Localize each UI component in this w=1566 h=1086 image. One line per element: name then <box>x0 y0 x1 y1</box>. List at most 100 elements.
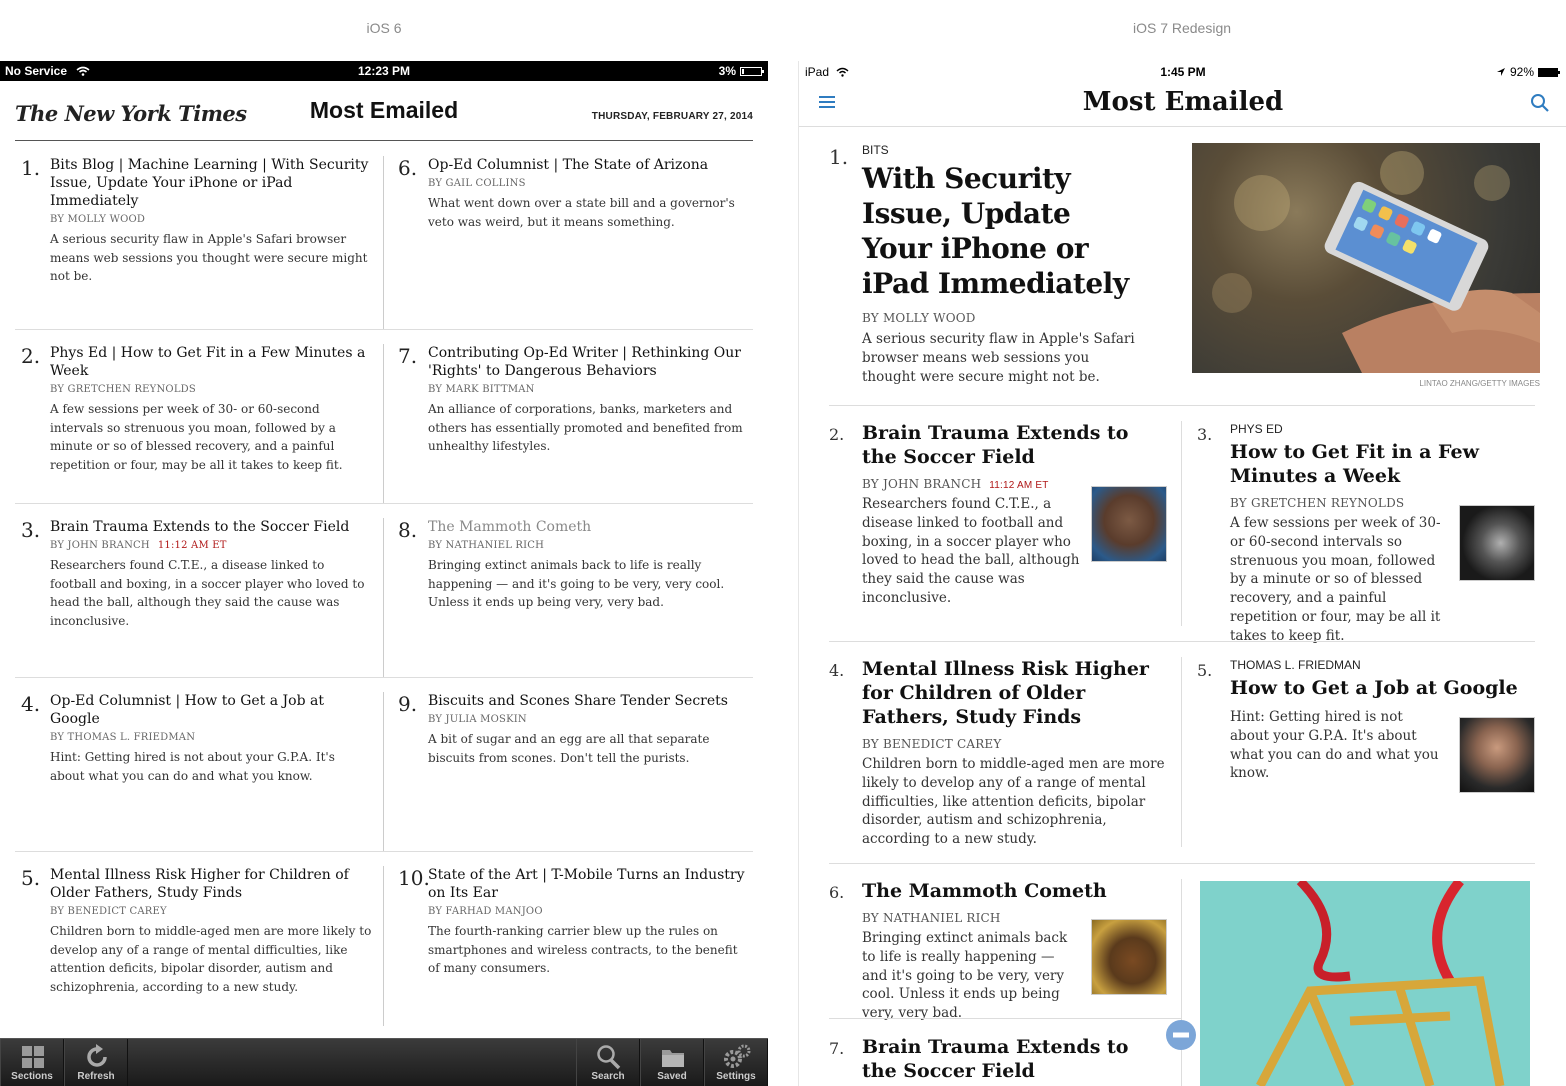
nav-header: Most Emailed <box>799 83 1566 127</box>
article-summary: Children born to middle-aged men are mor… <box>862 756 1165 848</box>
ios6-panel: No Service 12:23 PM 3% The New York Time… <box>0 61 768 1086</box>
article-8[interactable]: 8. The Mammoth Cometh By NATHANIEL RICH … <box>384 518 753 677</box>
article-headline[interactable]: Brain Trauma Extends to the Soccer Field <box>862 421 1167 469</box>
article-row: 5. Mental Illness Risk Higher for Childr… <box>15 866 753 1026</box>
article-headline[interactable]: Brain Trauma Extends to the Soccer Field <box>862 1035 1167 1083</box>
article-summary: Researchers found C.T.E., a disease link… <box>50 558 365 628</box>
article-number: 4. <box>21 692 41 716</box>
article-headline[interactable]: Mental Illness Risk Higher for Children … <box>50 866 373 902</box>
masthead: The New York Times Most Emailed THURSDAY… <box>15 81 753 141</box>
article-3[interactable]: 3. Brain Trauma Extends to the Soccer Fi… <box>15 518 384 677</box>
article-summary: Researchers found C.T.E., a disease link… <box>862 496 1080 606</box>
article-headline[interactable]: How to Get Fit in a Few Minutes a Week <box>1230 440 1535 488</box>
photo-credit: LINTAO ZHANG/GETTY IMAGES <box>1419 379 1540 388</box>
article-9[interactable]: 9. Biscuits and Scones Share Tender Secr… <box>384 692 753 851</box>
soccer-player-thumbnail[interactable] <box>1091 486 1167 562</box>
article-summary: Hint: Getting hired is not about your G.… <box>50 750 335 783</box>
folder-icon <box>662 1050 684 1067</box>
caption-ios6: iOS 6 <box>366 20 402 36</box>
article-headline[interactable]: Biscuits and Scones Share Tender Secrets <box>428 692 753 710</box>
article-byline: By BENEDICT CAREY <box>50 906 167 917</box>
bracelet-image <box>1256 877 1505 1086</box>
article-byline: By JOHN BRANCH <box>50 540 150 551</box>
battery-percent: 92% <box>1509 65 1534 79</box>
article-summary: A few sessions per week of 30- or 60-sec… <box>1230 515 1441 644</box>
article-summary: Bringing extinct animals back to life is… <box>428 558 725 609</box>
article-number: 3. <box>1197 425 1213 444</box>
article-number: 1. <box>21 156 41 180</box>
article-2[interactable]: 2. Phys Ed | How to Get Fit in a Few Min… <box>15 344 384 503</box>
grid-icon <box>22 1046 44 1068</box>
article-grid: 1. Bits Blog | Machine Learning | With S… <box>15 142 753 1026</box>
article-byline: By GRETCHEN REYNOLDS <box>50 384 196 395</box>
article-7[interactable]: Brain Trauma Extends to the Soccer Field <box>862 1035 1167 1083</box>
article-number: 5. <box>1197 661 1213 680</box>
article-timestamp: 11:12 AM ET <box>157 540 227 551</box>
mammoth-thumbnail[interactable] <box>1091 919 1167 995</box>
cyclist-thumbnail[interactable] <box>1459 505 1535 581</box>
article-byline: By MOLLY WOOD <box>862 311 976 325</box>
article-headline[interactable]: Contributing Op-Ed Writer | Rethinking O… <box>428 344 753 380</box>
divider <box>829 641 1535 642</box>
article-number: 2. <box>21 344 41 368</box>
article-summary: Children born to middle-aged men are mor… <box>50 924 372 994</box>
article-byline: By FARHAD MANJOO <box>428 906 543 917</box>
article-4[interactable]: Mental Illness Risk Higher for Children … <box>862 657 1167 849</box>
settings-label: Settings <box>716 1071 756 1082</box>
article-headline[interactable]: State of the Art | T-Mobile Turns an Ind… <box>428 866 753 902</box>
saved-button[interactable]: Saved <box>640 1039 704 1086</box>
article-byline: By MARK BITTMAN <box>428 384 535 395</box>
article-7[interactable]: 7. Contributing Op-Ed Writer | Rethinkin… <box>384 344 753 503</box>
article-headline[interactable]: Bits Blog | Machine Learning | With Secu… <box>50 156 373 210</box>
article-byline: By BENEDICT CAREY <box>862 737 1002 751</box>
sections-button[interactable]: Sections <box>0 1039 64 1086</box>
article-headline[interactable]: With Security Issue, Update Your iPhone … <box>862 161 1142 301</box>
battery-icon <box>740 66 764 76</box>
article-headline[interactable]: Mental Illness Risk Higher for Children … <box>862 657 1167 729</box>
article-10[interactable]: 10. State of the Art | T-Mobile Turns an… <box>384 866 753 1026</box>
article-number: 6. <box>829 883 845 902</box>
article-byline: By MOLLY WOOD <box>50 214 146 225</box>
article-headline[interactable]: The Mammoth Cometh <box>862 879 1167 903</box>
article-photo-iphone[interactable] <box>1192 143 1540 373</box>
article-summary: Hint: Getting hired is not about your G.… <box>1230 709 1439 782</box>
article-headline[interactable]: Phys Ed | How to Get Fit in a Few Minute… <box>50 344 373 380</box>
article-headline[interactable]: Op-Ed Columnist | The State of Arizona <box>428 156 753 174</box>
article-summary: A serious security flaw in Apple's Safar… <box>50 232 368 283</box>
divider <box>1181 879 1182 1086</box>
article-6[interactable]: 6. Op-Ed Columnist | The State of Arizon… <box>384 156 753 329</box>
article-kicker: PHYS ED <box>1230 422 1283 436</box>
article-byline: By THOMAS L. FRIEDMAN <box>50 732 196 743</box>
article-4[interactable]: 4. Op-Ed Columnist | How to Get a Job at… <box>15 692 384 851</box>
divider <box>1181 657 1182 847</box>
search-button[interactable]: Search <box>576 1039 640 1086</box>
article-5[interactable]: 5. Mental Illness Risk Higher for Childr… <box>15 866 384 1026</box>
article-kicker: BITS <box>862 143 889 157</box>
refresh-icon <box>87 1044 107 1067</box>
settings-button[interactable]: Settings <box>704 1039 768 1086</box>
article-headline[interactable]: Op-Ed Columnist | How to Get a Job at Go… <box>50 692 373 728</box>
article-number: 4. <box>829 661 845 680</box>
article-headline[interactable]: The Mammoth Cometh <box>428 518 753 536</box>
jewelry-photo[interactable] <box>1200 877 1530 1086</box>
remove-circle-icon[interactable] <box>1165 1019 1197 1051</box>
friedman-portrait-thumbnail[interactable] <box>1459 717 1535 793</box>
date-label: THURSDAY, FEBRUARY 27, 2014 <box>591 111 753 122</box>
article-number: 2. <box>829 425 845 444</box>
article-row: 1. Bits Blog | Machine Learning | With S… <box>15 156 753 330</box>
refresh-button[interactable]: Refresh <box>64 1039 128 1086</box>
page-title: Most Emailed <box>1082 87 1284 117</box>
article-kicker: THOMAS L. FRIEDMAN <box>1230 658 1361 672</box>
saved-label: Saved <box>657 1071 687 1082</box>
status-bar: No Service 12:23 PM 3% <box>0 61 768 81</box>
battery-percent: 3% <box>718 64 736 78</box>
status-time: 12:23 PM <box>357 64 411 78</box>
article-1[interactable]: 1. Bits Blog | Machine Learning | With S… <box>15 156 384 329</box>
status-bar: iPad 1:45 PM 92% <box>799 61 1566 83</box>
article-headline[interactable]: Brain Trauma Extends to the Soccer Field <box>50 518 373 536</box>
bottom-toolbar: Sections Refresh Search Saved Settings <box>0 1038 768 1086</box>
search-icon[interactable] <box>1530 93 1550 113</box>
article-number: 5. <box>21 866 41 890</box>
article-1[interactable]: BITS With Security Issue, Update Your iP… <box>862 143 1142 386</box>
article-headline[interactable]: How to Get a Job at Google <box>1230 676 1535 700</box>
